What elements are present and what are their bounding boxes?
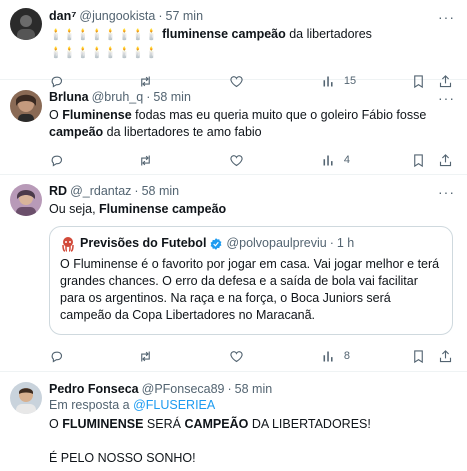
share-button[interactable] bbox=[438, 153, 453, 168]
octopus-avatar[interactable] bbox=[60, 236, 76, 252]
text-part: da libertadores te amo fabio bbox=[103, 125, 262, 139]
tweet-header: Brluna @bruh_q · 58 min bbox=[49, 89, 453, 105]
views-count: 8 bbox=[343, 350, 350, 362]
text-part: da libertadores bbox=[285, 27, 372, 41]
user-handle[interactable]: @jungookista bbox=[79, 8, 155, 24]
tweet[interactable]: Brluna @bruh_q · 58 min ··· O Fluminense… bbox=[0, 80, 467, 175]
quote-timestamp[interactable]: 1 h bbox=[337, 235, 354, 252]
text-part: DA LIBERTADORES! bbox=[248, 417, 371, 431]
bookmark-icon bbox=[414, 349, 424, 363]
text-bold: campeão bbox=[231, 27, 286, 41]
quote-header: Previsões do Futebol @polvopaulpreviu · … bbox=[60, 235, 442, 252]
tweet-text-line: É PELO NOSSO SONHO! bbox=[49, 451, 196, 465]
tweet-text: Ou seja, Fluminense campeão bbox=[49, 201, 453, 218]
timestamp[interactable]: 57 min bbox=[166, 8, 204, 24]
tweet[interactable]: dan⁷ @jungookista · 57 min ··· 🕯️🕯️🕯️🕯️🕯… bbox=[0, 0, 467, 88]
retweet-button[interactable] bbox=[138, 349, 230, 364]
avatar[interactable] bbox=[10, 8, 42, 40]
more-options-icon[interactable]: ··· bbox=[438, 91, 455, 105]
tweet[interactable]: Pedro Fonseca @PFonseca89 · 58 min Em re… bbox=[0, 372, 467, 471]
views-count: 4 bbox=[343, 154, 350, 166]
separator-dot: · bbox=[158, 9, 163, 23]
reply-button[interactable] bbox=[49, 153, 138, 168]
tweet-header: Pedro Fonseca @PFonseca89 · 58 min bbox=[49, 381, 453, 397]
avatar[interactable] bbox=[10, 382, 42, 414]
user-handle[interactable]: @_rdantaz bbox=[70, 183, 131, 199]
user-handle[interactable]: @PFonseca89 bbox=[142, 381, 225, 397]
user-handle[interactable]: @bruh_q bbox=[92, 89, 144, 105]
text-part: SERÁ bbox=[143, 417, 185, 431]
action-bar: 4 bbox=[49, 150, 453, 170]
text-bold: Fluminense campeão bbox=[99, 202, 227, 216]
analytics-icon bbox=[323, 155, 333, 165]
bookmark-icon bbox=[414, 153, 424, 167]
tweet[interactable]: RD @_rdantaz · 58 min ··· Ou seja, Flumi… bbox=[0, 175, 467, 372]
quoted-tweet[interactable]: Previsões do Futebol @polvopaulpreviu · … bbox=[49, 226, 453, 335]
reply-prefix: Em resposta a bbox=[49, 398, 134, 412]
text-bold: CAMPEÃO bbox=[184, 417, 249, 431]
heart-icon bbox=[230, 350, 243, 362]
tweet-text: 🕯️🕯️🕯️🕯️🕯️🕯️🕯️🕯️ fluminense campeão da l… bbox=[49, 26, 453, 62]
retweet-icon bbox=[140, 351, 150, 361]
avatar[interactable] bbox=[10, 184, 42, 216]
display-name[interactable]: dan⁷ bbox=[49, 8, 76, 24]
views-button[interactable]: 8 bbox=[321, 349, 412, 364]
quote-user-handle[interactable]: @polvopaulpreviu bbox=[226, 235, 326, 252]
retweet-button[interactable] bbox=[138, 153, 230, 168]
timestamp[interactable]: 58 min bbox=[235, 381, 273, 397]
reply-icon bbox=[51, 351, 63, 362]
bookmark-button[interactable] bbox=[411, 349, 438, 364]
bookmark-button[interactable] bbox=[411, 153, 438, 168]
separator-dot: · bbox=[227, 382, 232, 396]
reply-context: Em resposta a @FLUSERIEA bbox=[49, 397, 453, 413]
retweet-icon bbox=[140, 155, 150, 165]
reply-button[interactable] bbox=[49, 349, 138, 364]
views-button[interactable]: 4 bbox=[321, 153, 412, 168]
separator-dot: · bbox=[134, 184, 139, 198]
like-button[interactable] bbox=[229, 349, 321, 364]
candle-emoji-row: 🕯️🕯️🕯️🕯️🕯️🕯️🕯️🕯️ bbox=[49, 47, 159, 59]
text-part: Ou seja, bbox=[49, 202, 100, 216]
verified-badge-icon bbox=[210, 237, 222, 250]
tweet-header: RD @_rdantaz · 58 min bbox=[49, 183, 453, 199]
share-icon bbox=[439, 153, 452, 166]
reply-to-link[interactable]: @FLUSERIEA bbox=[133, 398, 215, 412]
display-name[interactable]: Pedro Fonseca bbox=[49, 381, 139, 397]
quote-text: O Fluminense é o favorito por jogar em c… bbox=[60, 257, 440, 322]
share-icon bbox=[439, 349, 452, 362]
text-bold: Fluminense bbox=[62, 108, 132, 122]
avatar[interactable] bbox=[10, 90, 42, 122]
heart-icon bbox=[230, 154, 243, 166]
text-bold: fluminense bbox=[162, 27, 229, 41]
quote-display-name[interactable]: Previsões do Futebol bbox=[80, 235, 206, 252]
more-options-icon[interactable]: ··· bbox=[438, 185, 455, 199]
share-button[interactable] bbox=[438, 349, 453, 364]
tweet-header: dan⁷ @jungookista · 57 min bbox=[49, 8, 453, 24]
tweet-text: O FLUMINENSE SERÁ CAMPEÃO DA LIBERTADORE… bbox=[49, 416, 453, 433]
text-bold: campeão bbox=[49, 125, 104, 139]
text-part: O bbox=[49, 108, 63, 122]
display-name[interactable]: Brluna bbox=[49, 89, 89, 105]
reply-icon bbox=[51, 155, 63, 166]
like-button[interactable] bbox=[229, 153, 321, 168]
separator-dot: · bbox=[146, 90, 151, 104]
timeline: dan⁷ @jungookista · 57 min ··· 🕯️🕯️🕯️🕯️🕯… bbox=[0, 0, 467, 471]
text-part: O bbox=[49, 417, 63, 431]
display-name[interactable]: RD bbox=[49, 183, 67, 199]
text-bold: FLUMINENSE bbox=[62, 417, 144, 431]
candle-emoji-row: 🕯️🕯️🕯️🕯️🕯️🕯️🕯️🕯️ bbox=[49, 29, 159, 41]
analytics-icon bbox=[323, 351, 333, 361]
text-part: fodas mas eu queria muito que o goleiro … bbox=[131, 108, 427, 122]
timestamp[interactable]: 58 min bbox=[142, 183, 180, 199]
tweet-text: O Fluminense fodas mas eu queria muito q… bbox=[49, 107, 453, 141]
action-bar: 8 bbox=[49, 346, 453, 366]
more-options-icon[interactable]: ··· bbox=[438, 10, 455, 24]
timestamp[interactable]: 58 min bbox=[153, 89, 191, 105]
separator-dot: · bbox=[329, 236, 334, 250]
